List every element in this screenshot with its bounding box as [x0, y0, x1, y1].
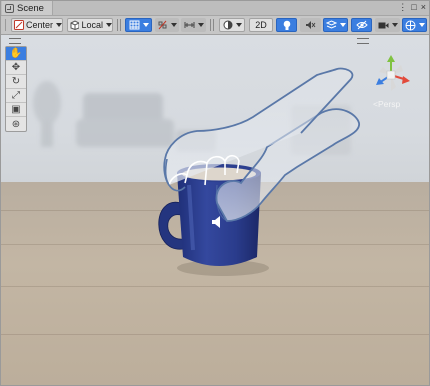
projection-label: Persp: [377, 99, 401, 109]
speaker-mute-icon: [306, 21, 316, 29]
toolbar-separator: [117, 19, 118, 31]
scale-tool-button[interactable]: ⤢: [6, 89, 26, 103]
tool-palette-grip[interactable]: [9, 38, 21, 44]
hand-tool-button[interactable]: ✋: [6, 47, 26, 61]
scene-viewport[interactable]: ✋ ✥ ↻ ⤢ ▣ ⊛ <Persp: [1, 35, 429, 385]
lightbulb-icon: [283, 20, 290, 30]
grid-snap-icon: [129, 20, 139, 30]
chevron-down-icon: [106, 23, 112, 27]
move-arrows-icon: ✥: [11, 62, 21, 73]
gizmos-dropdown[interactable]: [402, 18, 427, 32]
chevron-down-icon: [56, 23, 62, 27]
chevron-down-icon: [339, 23, 346, 27]
move-tool-button[interactable]: ✥: [6, 61, 26, 75]
rect-tool-button[interactable]: ▣: [6, 103, 26, 117]
chevron-down-icon: [391, 23, 398, 27]
gizmo-sphere-icon: [405, 20, 415, 30]
audio-source-icon[interactable]: [211, 215, 225, 229]
pivot-space-label: Local: [81, 20, 103, 30]
increment-snap-button[interactable]: [155, 18, 179, 32]
scene-window: Scene ⋮ □ × Center Local 2D ✋ ✥ ↻ ⤢ ▣ ⊛ …: [0, 0, 430, 386]
rotate-icon: ↻: [11, 76, 21, 87]
toolbar-separator: [213, 19, 214, 31]
transform-icon: ⊛: [11, 118, 21, 130]
chevron-down-icon: [418, 23, 425, 27]
draw-mode-dropdown[interactable]: [219, 18, 245, 32]
eye-slash-icon: [355, 20, 368, 30]
scene-toolbar: Center Local 2D: [1, 16, 429, 35]
tool-palette: ✋ ✥ ↻ ⤢ ▣ ⊛: [5, 46, 27, 132]
orientation-gizmo[interactable]: [369, 53, 413, 97]
rect-transform-icon: ▣: [11, 104, 21, 115]
scene-effects-dropdown[interactable]: [323, 18, 348, 32]
grid-snapping-button[interactable]: [125, 18, 152, 32]
chevron-down-icon: [197, 23, 204, 27]
scale-icon: ⤢: [12, 90, 20, 101]
toolbar-grip: [5, 19, 6, 31]
pivot-space-dropdown[interactable]: Local: [67, 18, 113, 32]
local-space-icon: [70, 20, 80, 30]
more-options-icon[interactable]: ⋮: [398, 2, 407, 13]
projection-toggle[interactable]: <Persp: [373, 99, 400, 109]
transform-tool-button[interactable]: ⊛: [6, 117, 26, 131]
hand-icon: ✋: [9, 48, 23, 59]
toggle-audio-button[interactable]: [300, 18, 321, 32]
toolbar-separator: [210, 19, 211, 31]
close-icon[interactable]: ×: [421, 2, 426, 13]
scene-visibility-button[interactable]: [351, 18, 372, 32]
tab-bar: Scene ⋮ □ ×: [1, 1, 429, 16]
scene-icon: [5, 3, 14, 13]
chevron-down-icon: [171, 23, 177, 27]
chevron-down-icon: [235, 23, 242, 27]
tab-scene[interactable]: Scene: [2, 1, 53, 15]
rotate-tool-button[interactable]: ↻: [6, 75, 26, 89]
gizmo-grip[interactable]: [357, 38, 369, 44]
maximize-icon[interactable]: □: [411, 2, 416, 13]
snap-settings-button[interactable]: [181, 18, 206, 32]
effects-layers-icon: [325, 20, 337, 29]
toggle-lighting-button[interactable]: [276, 18, 297, 32]
tab-scene-label: Scene: [17, 2, 44, 14]
pivot-center-icon: [14, 20, 24, 30]
video-camera-icon: [378, 22, 388, 28]
snap-settings-icon: [184, 22, 194, 28]
window-controls: ⋮ □ ×: [398, 2, 426, 13]
shaded-sphere-icon: [223, 20, 232, 30]
pivot-mode-label: Center: [25, 20, 53, 30]
camera-settings-dropdown[interactable]: [375, 18, 400, 32]
scene-objects: [158, 67, 360, 276]
snap-increment-icon: [158, 20, 167, 30]
toggle-2d-button[interactable]: 2D: [249, 18, 273, 32]
chevron-down-icon: [142, 23, 149, 27]
toolbar-separator: [120, 19, 121, 31]
toggle-2d-label: 2D: [255, 20, 267, 30]
pivot-mode-dropdown[interactable]: Center: [11, 18, 63, 32]
